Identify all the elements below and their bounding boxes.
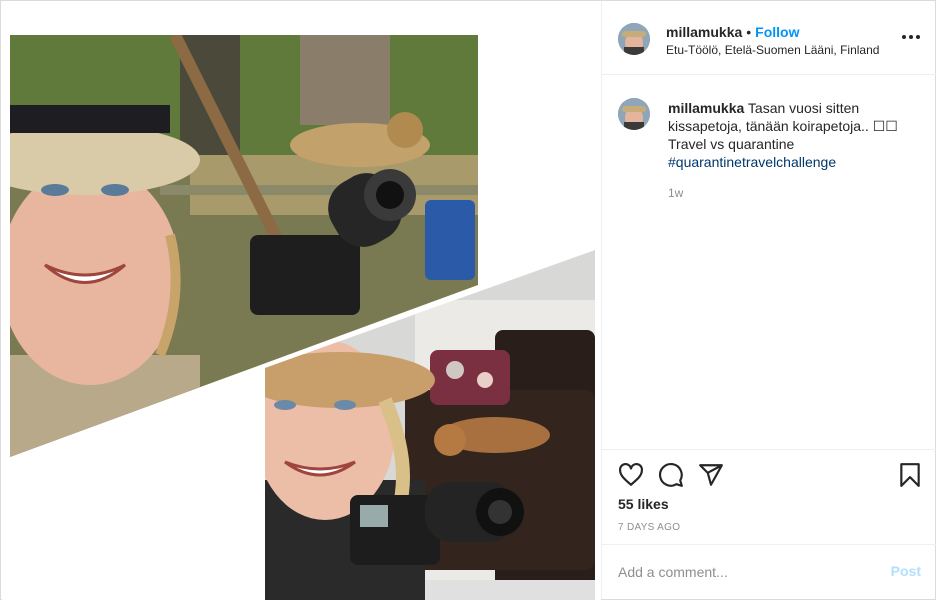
header-username[interactable]: millamukka (666, 24, 742, 40)
comment-input[interactable] (618, 562, 868, 582)
add-comment-bar: Post (602, 544, 936, 599)
heart-icon[interactable] (618, 462, 644, 488)
separator-dot: • (746, 24, 752, 40)
more-horizontal-icon[interactable] (901, 29, 921, 45)
like-count[interactable]: 55 likes (618, 496, 669, 512)
post-date: 7 DAYS AGO (618, 522, 681, 533)
caption-age: 1w (668, 186, 684, 200)
post-side-panel: millamukka • Follow Etu-Töölö, Etelä-Suome… (601, 1, 936, 599)
paper-plane-icon[interactable] (698, 462, 724, 488)
post-photo-collage[interactable] (2, 2, 601, 600)
follow-button[interactable]: Follow (755, 24, 799, 40)
caption-avatar[interactable] (618, 98, 650, 130)
header-user-line: millamukka • Follow (666, 24, 800, 40)
post-header: millamukka • Follow Etu-Töölö, Etelä-Suome… (602, 1, 936, 75)
action-bar: 55 likes 7 DAYS AGO (602, 449, 936, 543)
hashtag-link[interactable]: #quarantinetravelchallenge (668, 154, 836, 170)
quarantine-selfie-photo (265, 250, 595, 600)
location-link[interactable]: Etu-Töölö, Etelä-Suomen Lääni, Finland (666, 43, 879, 57)
caption-username[interactable]: millamukka (668, 100, 744, 116)
caption-area: millamukka Tasan vuosi sitten kissapetoj… (602, 76, 936, 448)
post-card: millamukka • Follow Etu-Töölö, Etelä-Suome… (0, 0, 936, 600)
post-button[interactable]: Post (891, 563, 921, 579)
post-caption: millamukka Tasan vuosi sitten kissapetoj… (668, 99, 908, 171)
avatar[interactable] (618, 23, 650, 55)
bookmark-icon[interactable] (897, 462, 923, 488)
comment-icon[interactable] (658, 462, 684, 488)
